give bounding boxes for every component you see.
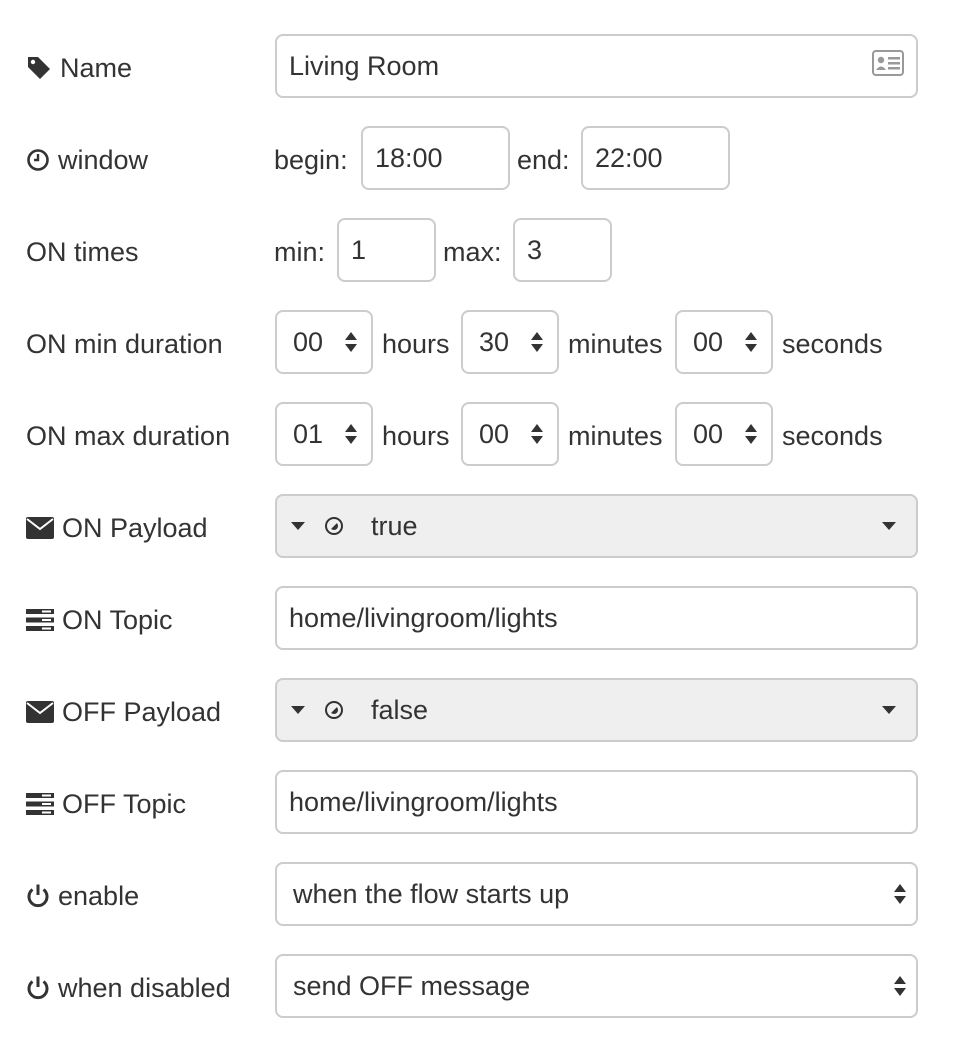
window-label-text: window: [58, 144, 149, 175]
off-payload-value: false: [371, 694, 429, 725]
on-payload-typed-input[interactable]: true: [275, 494, 918, 558]
begin-label: begin:: [274, 144, 348, 175]
on-min-hours-value: 00: [293, 326, 324, 357]
enable-label-text: enable: [58, 880, 140, 911]
spinner-arrows-icon[interactable]: [745, 424, 757, 444]
off-topic-value: home/livingroom/lights: [289, 786, 558, 817]
tag-icon: [26, 55, 52, 81]
select-arrows-icon: [894, 976, 906, 996]
hours-unit: hours: [382, 420, 450, 451]
clock-icon: [26, 148, 50, 172]
off-topic-label-text: OFF Topic: [62, 788, 187, 819]
on-max-minutes-value: 00: [479, 418, 510, 449]
begin-value: 18:00: [375, 142, 443, 173]
power-icon: [26, 883, 50, 909]
min-label: min:: [274, 236, 326, 267]
max-value: 3: [527, 234, 543, 265]
enable-selected-value: when the flow starts up: [293, 878, 570, 909]
minutes-unit: minutes: [568, 328, 663, 359]
on-min-seconds-value: 00: [693, 326, 724, 357]
seconds-unit: seconds: [782, 328, 883, 359]
on-max-seconds-spinner[interactable]: 00: [675, 402, 773, 466]
begin-input[interactable]: 18:00: [361, 126, 510, 190]
on-times-label: ON times: [26, 236, 139, 267]
on-topic-row: ON Topic home/livingroom/lights: [0, 586, 954, 654]
name-label-text: Name: [60, 52, 133, 83]
on-max-duration-label: ON max duration: [26, 420, 231, 451]
end-input[interactable]: 22:00: [581, 126, 730, 190]
power-icon: [26, 975, 50, 1001]
type-dropdown-caret-icon[interactable]: [291, 706, 305, 714]
spinner-arrows-icon[interactable]: [345, 424, 357, 444]
end-value: 22:00: [595, 142, 663, 173]
on-max-seconds-value: 00: [693, 418, 724, 449]
off-topic-row: OFF Topic home/livingroom/lights: [0, 770, 954, 838]
off-payload-label-text: OFF Payload: [62, 696, 222, 727]
hours-unit: hours: [382, 328, 450, 359]
on-payload-row: ON Payload true: [0, 494, 954, 562]
boolean-icon: [325, 701, 343, 719]
value-dropdown-caret-icon[interactable]: [882, 706, 896, 714]
on-min-minutes-spinner[interactable]: 30: [461, 310, 559, 374]
on-topic-input[interactable]: home/livingroom/lights: [275, 586, 918, 650]
seconds-unit: seconds: [782, 420, 883, 451]
on-max-hours-spinner[interactable]: 01: [275, 402, 373, 466]
type-dropdown-caret-icon[interactable]: [291, 522, 305, 530]
window-row: window begin: 18:00 end: 22:00: [0, 126, 954, 194]
envelope-icon: [26, 517, 54, 539]
spinner-arrows-icon[interactable]: [531, 424, 543, 444]
enable-row: enable when the flow starts up: [0, 862, 954, 930]
enable-select[interactable]: when the flow starts up: [275, 862, 918, 926]
boolean-icon: [325, 517, 343, 535]
on-topic-label-text: ON Topic: [62, 604, 173, 635]
min-value: 1: [351, 234, 367, 265]
on-topic-value: home/livingroom/lights: [289, 602, 558, 633]
on-payload-value: true: [371, 510, 418, 541]
minutes-unit: minutes: [568, 420, 663, 451]
name-label: Name: [26, 34, 132, 102]
when-disabled-select[interactable]: send OFF message: [275, 954, 918, 1018]
off-payload-typed-input[interactable]: false: [275, 678, 918, 742]
min-input[interactable]: 1: [337, 218, 436, 282]
name-row: Name Living Room: [0, 34, 954, 102]
on-payload-label-text: ON Payload: [62, 512, 208, 543]
off-topic-label: OFF Topic: [26, 770, 186, 838]
on-topic-label: ON Topic: [26, 586, 173, 654]
spinner-arrows-icon[interactable]: [345, 332, 357, 352]
window-label: window: [26, 126, 148, 194]
select-arrows-icon: [894, 884, 906, 904]
end-label: end:: [517, 144, 570, 175]
enable-label: enable: [26, 862, 139, 930]
name-input-value: Living Room: [289, 50, 440, 81]
max-label: max:: [443, 236, 502, 267]
off-payload-label: OFF Payload: [26, 678, 221, 746]
spinner-arrows-icon[interactable]: [531, 332, 543, 352]
on-min-duration-row: ON min duration 00 hours 30 minutes 00 s…: [0, 310, 954, 378]
when-disabled-label: when disabled: [26, 954, 231, 1022]
on-min-duration-label: ON min duration: [26, 328, 223, 359]
when-disabled-row: when disabled send OFF message: [0, 954, 954, 1022]
when-disabled-selected-value: send OFF message: [293, 970, 531, 1001]
on-times-row: ON times min: 1 max: 3: [0, 218, 954, 286]
when-disabled-label-text: when disabled: [58, 972, 231, 1003]
on-min-hours-spinner[interactable]: 00: [275, 310, 373, 374]
tasks-icon: [26, 793, 54, 815]
on-max-duration-row: ON max duration 01 hours 00 minutes 00 s…: [0, 402, 954, 470]
envelope-icon: [26, 701, 54, 723]
spinner-arrows-icon[interactable]: [745, 332, 757, 352]
id-card-icon: [872, 49, 904, 83]
on-min-minutes-value: 30: [479, 326, 510, 357]
on-payload-label: ON Payload: [26, 494, 208, 562]
value-dropdown-caret-icon[interactable]: [882, 522, 896, 530]
tasks-icon: [26, 609, 54, 631]
max-input[interactable]: 3: [513, 218, 612, 282]
off-payload-row: OFF Payload false: [0, 678, 954, 746]
off-topic-input[interactable]: home/livingroom/lights: [275, 770, 918, 834]
on-max-hours-value: 01: [293, 418, 324, 449]
on-min-seconds-spinner[interactable]: 00: [675, 310, 773, 374]
on-max-minutes-spinner[interactable]: 00: [461, 402, 559, 466]
name-input[interactable]: Living Room: [275, 34, 918, 98]
